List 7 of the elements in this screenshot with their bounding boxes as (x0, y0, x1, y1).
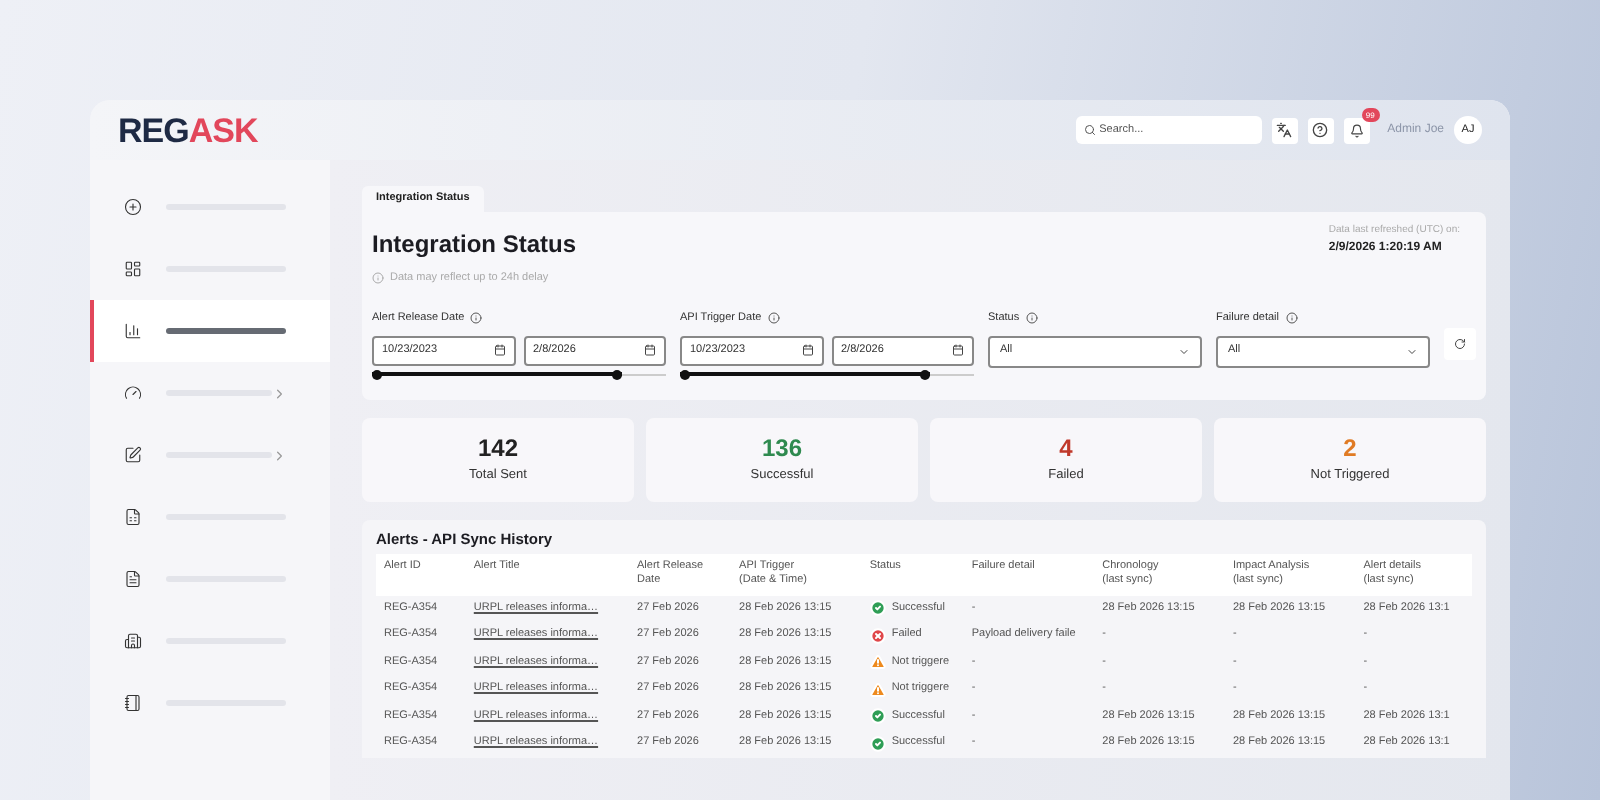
stat-value: 4 (1059, 435, 1073, 460)
page-title: Integration Status (372, 232, 577, 256)
logo-text: REG (118, 113, 189, 147)
logo-text: ASK (188, 113, 258, 147)
stat-value: 2 (1343, 435, 1357, 460)
stat-value: 142 (477, 435, 519, 460)
stat-value: 136 (761, 435, 803, 460)
